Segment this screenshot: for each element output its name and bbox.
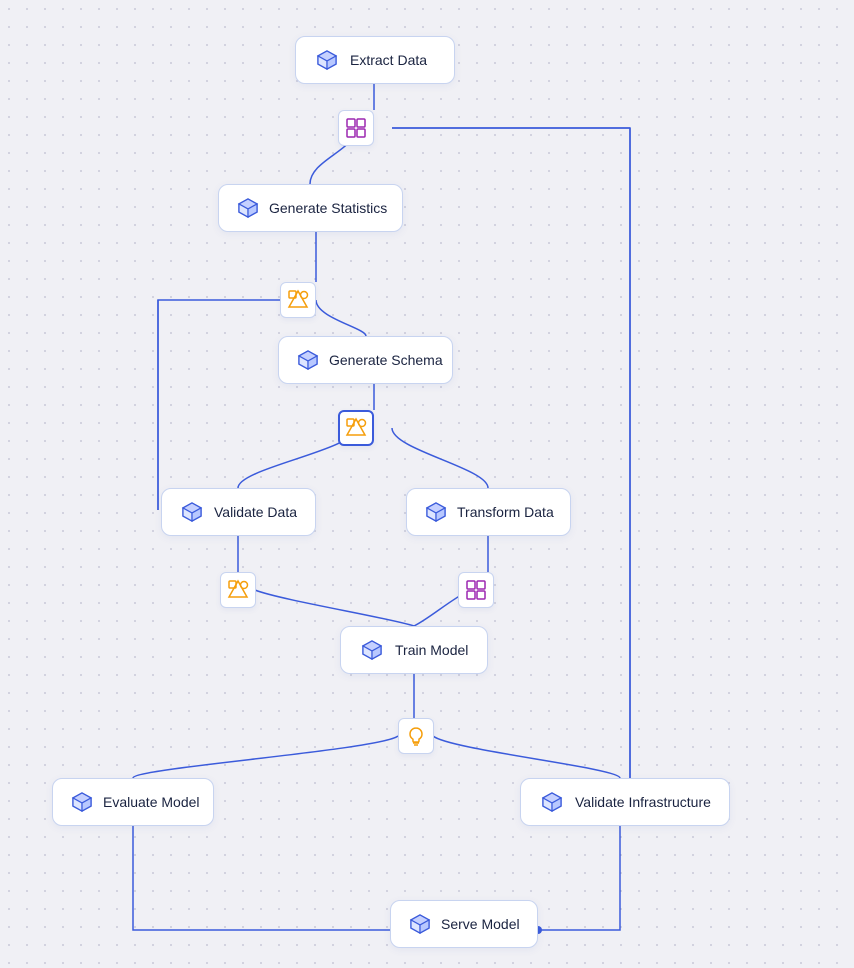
cube-icon xyxy=(297,347,319,373)
node-extract-data-label: Extract Data xyxy=(350,52,427,68)
node-validate-infrastructure-label: Validate Infrastructure xyxy=(575,794,711,810)
gate-node-1[interactable] xyxy=(338,110,374,146)
node-evaluate-model[interactable]: Evaluate Model xyxy=(52,778,214,826)
node-extract-data[interactable]: Extract Data xyxy=(295,36,455,84)
cube-icon xyxy=(314,47,340,73)
node-train-model-label: Train Model xyxy=(395,642,468,658)
node-train-model[interactable]: Train Model xyxy=(340,626,488,674)
node-generate-statistics[interactable]: Generate Statistics xyxy=(218,184,403,232)
node-validate-data-label: Validate Data xyxy=(214,504,297,520)
flow-canvas: Extract Data Generate Statistics Generat… xyxy=(0,0,854,968)
node-transform-data[interactable]: Transform Data xyxy=(406,488,571,536)
node-serve-model-label: Serve Model xyxy=(441,916,520,932)
gate-node-4[interactable] xyxy=(220,572,256,608)
cube-icon xyxy=(180,499,204,525)
cube-icon xyxy=(359,637,385,663)
gate-node-3[interactable] xyxy=(338,410,374,446)
gate-node-6[interactable] xyxy=(398,718,434,754)
node-transform-data-label: Transform Data xyxy=(457,504,554,520)
node-validate-infrastructure[interactable]: Validate Infrastructure xyxy=(520,778,730,826)
cube-icon xyxy=(409,911,431,937)
cube-icon xyxy=(425,499,447,525)
node-serve-model[interactable]: Serve Model xyxy=(390,900,538,948)
gate-node-5[interactable] xyxy=(458,572,494,608)
gate-node-2[interactable] xyxy=(280,282,316,318)
cube-icon xyxy=(237,195,259,221)
cube-icon xyxy=(539,789,565,815)
node-generate-schema[interactable]: Generate Schema xyxy=(278,336,453,384)
node-validate-data[interactable]: Validate Data xyxy=(161,488,316,536)
node-generate-statistics-label: Generate Statistics xyxy=(269,200,387,216)
cube-icon xyxy=(71,789,93,815)
node-evaluate-model-label: Evaluate Model xyxy=(103,794,200,810)
node-generate-schema-label: Generate Schema xyxy=(329,352,443,368)
